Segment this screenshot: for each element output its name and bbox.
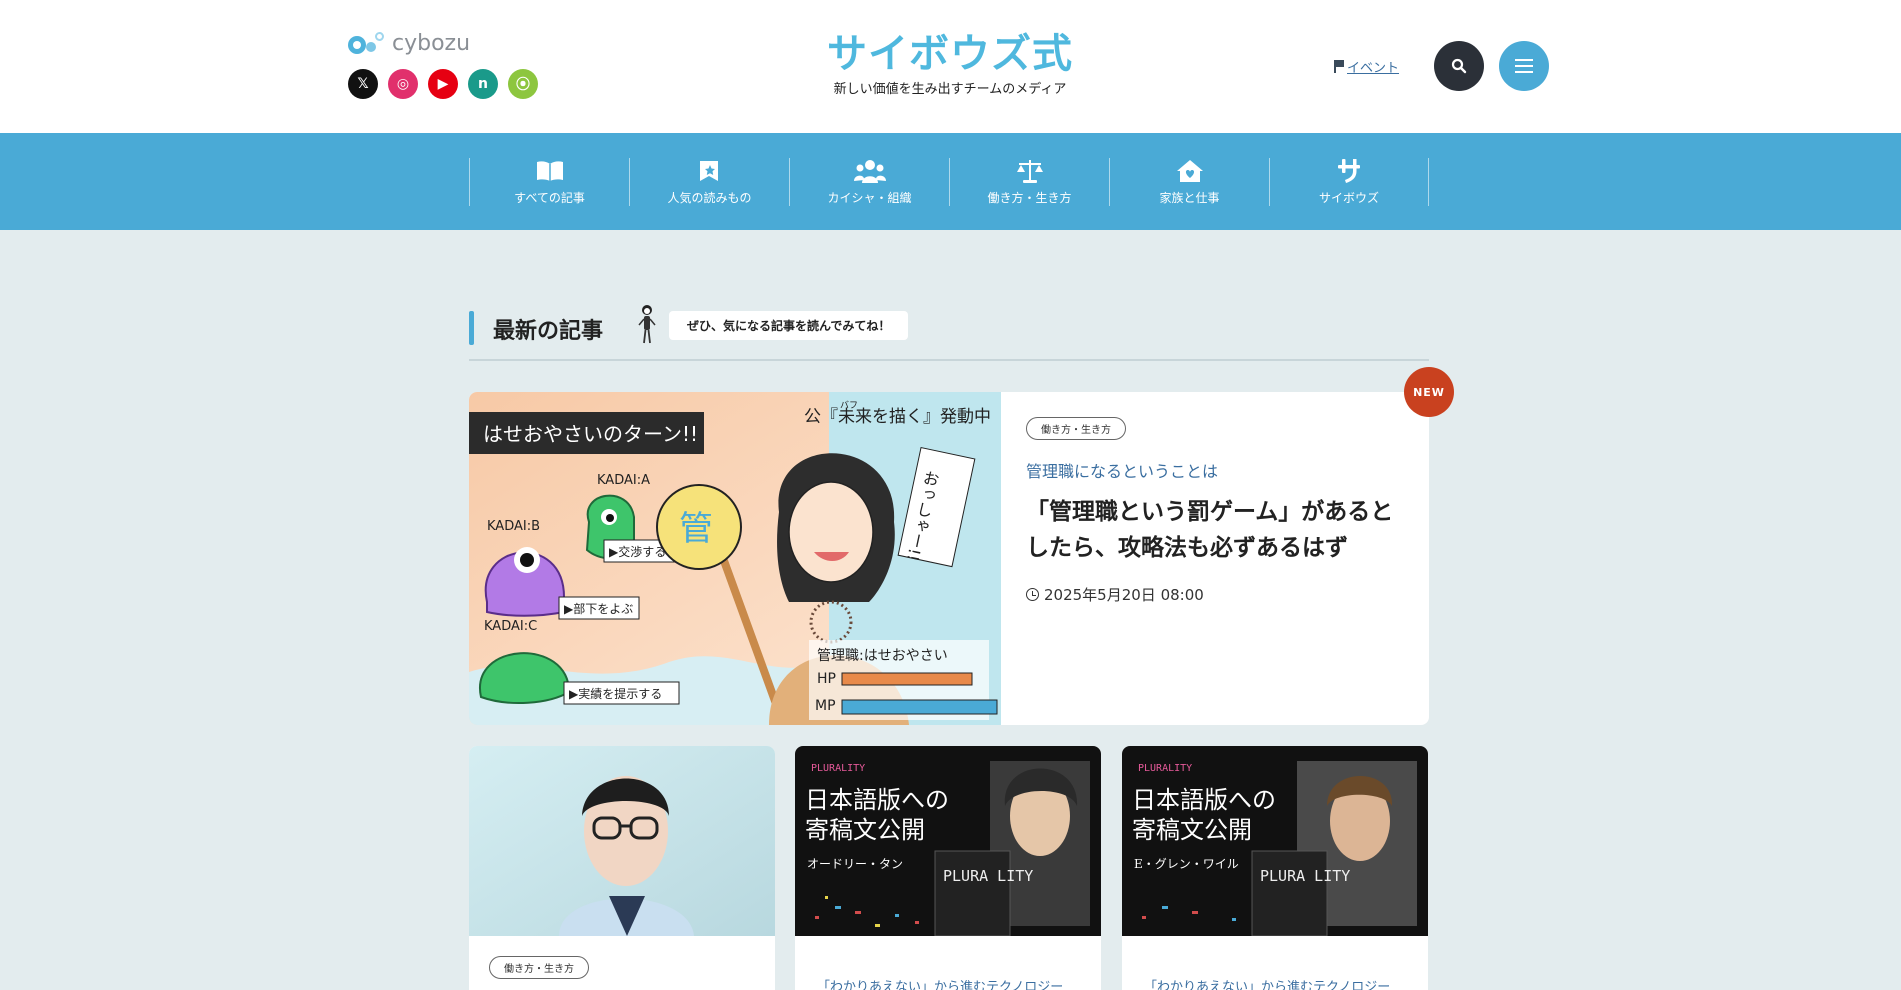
instagram-icon[interactable]: ◎ [388,69,418,99]
book-title: PLURA LITY [1260,867,1350,885]
featured-caption-text: 公『未来を描く』発動中 [804,407,991,427]
book-title: PLURA LITY [943,867,1033,885]
sign-text: 管 [679,509,713,549]
mascot-speech-bubble: ぜひ、気になる記事を読んでみてね！ [669,311,909,340]
nav-item-workstyle[interactable]: 働き方・生き方 [949,158,1109,206]
kadai-a-label: KADAI:A [597,473,650,488]
people-icon [853,160,886,183]
clock-icon [1026,588,1039,601]
rss-icon[interactable]: ⦿ [508,69,538,99]
youtube-icon[interactable]: ▶ [428,69,458,99]
featured-article[interactable]: はせおやさいのターン!! 公『未来を描く』発動中 バフ KADAI:A ▶交渉す… [469,392,1429,725]
event-link[interactable]: イベント [1334,57,1399,76]
article-date: 2025年5月20日 08:00 [1026,584,1406,605]
card-headline-line1: 日本語版への [1132,786,1276,814]
nav-item-all-articles[interactable]: すべての記事 [469,158,629,206]
bookmark-star-icon [699,161,718,181]
nav-item-cybozu[interactable]: サイボウズ [1269,158,1429,206]
cybozu-logo[interactable]: cybozu [348,28,470,58]
article-card[interactable]: 働き方・生き方 [469,746,775,990]
section-title: 最新の記事 [493,319,604,344]
search-icon [1451,58,1467,74]
category-tag[interactable]: 働き方・生き方 [1026,417,1126,440]
site-header: cybozu 𝕏 ◎ ▶ n ⦿ サイボウズ式 新しい価値を生み出すチームのメデ… [0,0,1901,133]
section-accent-bar [469,311,474,345]
nav-label: サイボウズ [1318,191,1379,205]
site-title: サイボウズ式 [827,31,1073,77]
hamburger-icon [1515,59,1533,73]
card-person-name: オードリー・タン [807,857,903,871]
article-subtitle: 「わかりあえない」から進むテクノロジー [1144,980,1391,990]
article-card-image: PLURALITY 日本語版への 寄稿文公開 E・グレン・ワイル PLURA L… [1122,746,1428,936]
cybozu-sa-icon [1338,159,1360,183]
plurality-logo: PLURALITY [1138,763,1192,774]
scale-icon [1016,160,1043,183]
featured-article-image: はせおやさいのターン!! 公『未来を描く』発動中 バフ KADAI:A ▶交渉す… [469,392,1001,725]
social-links: 𝕏 ◎ ▶ n ⦿ [348,69,538,99]
featured-banner-text: はせおやさいのターン!! [483,422,698,446]
latest-articles-header: 最新の記事 ぜひ、気になる記事を読んでみてね！ [469,303,1429,361]
article-subtitle: 「わかりあえない」から進むテクノロジー [817,980,1064,990]
featured-ruby-text: バフ [840,400,858,411]
card-headline-line1: 日本語版への [805,786,949,814]
kadai-c-label: KADAI:C [484,619,537,634]
nav-item-popular[interactable]: 人気の読みもの [629,158,789,206]
article-card[interactable]: PLURALITY 日本語版への 寄稿文公開 E・グレン・ワイル PLURA L… [1122,746,1428,990]
nav-item-company[interactable]: カイシャ・組織 [789,158,949,206]
kadai-b-label: KADAI:B [487,519,540,534]
category-nav: すべての記事 人気の読みもの カイシャ・組織 働き方・生き方 家族と仕事 サイボ… [0,133,1901,230]
mp-label: MP [815,698,836,714]
site-logo[interactable]: サイボウズ式 新しい価値を生み出すチームのメディア [820,30,1080,97]
role-text: 管理職:はせおやさい [817,648,948,664]
site-tagline: 新しい価値を生み出すチームのメディア [833,82,1067,97]
x-icon[interactable]: 𝕏 [348,69,378,99]
featured-article-body: 働き方・生き方 管理職になるということは 「管理職という罰ゲーム」があるとしたら… [1026,417,1406,605]
article-card[interactable]: PLURALITY 日本語版への 寄稿文公開 オードリー・タン PLURA LI… [795,746,1101,990]
flag-icon [1334,60,1344,73]
nav-label: 人気の読みもの [667,191,752,205]
hp-label: HP [817,671,836,687]
note-icon[interactable]: n [468,69,498,99]
nav-label: 家族と仕事 [1159,191,1220,205]
cybozu-mark-icon [348,30,386,56]
act-a-label: ▶交渉する [609,544,666,559]
new-badge: NEW [1404,367,1454,417]
article-subtitle: 管理職になるということは [1026,462,1219,481]
article-title[interactable]: 「管理職という罰ゲーム」があるとしたら、攻略法も必ずあるはず [1026,494,1406,566]
cybozu-wordmark: cybozu [392,30,471,56]
plurality-logo: PLURALITY [811,763,865,774]
card-headline-line2: 寄稿文公開 [805,816,925,844]
search-button[interactable] [1434,41,1484,91]
mascot-icon [638,305,656,344]
act-c-label: ▶実績を提示する [569,686,662,701]
card-person-name: E・グレン・ワイル [1134,857,1239,871]
category-tag[interactable]: 働き方・生き方 [489,956,589,979]
home-heart-icon [1176,160,1203,182]
nav-label: 働き方・生き方 [987,191,1072,205]
article-date-text: 2025年5月20日 08:00 [1044,586,1204,604]
menu-button[interactable] [1499,41,1549,91]
book-icon [536,161,563,181]
card-headline-line2: 寄稿文公開 [1132,816,1252,844]
article-card-image [469,746,775,936]
act-b-label: ▶部下をよぶ [564,601,633,616]
article-card-image: PLURALITY 日本語版への 寄稿文公開 オードリー・タン PLURA LI… [795,746,1101,936]
event-link-label: イベント [1347,61,1400,76]
nav-item-family[interactable]: 家族と仕事 [1109,158,1269,206]
nav-label: カイシャ・組織 [827,191,912,205]
nav-label: すべての記事 [514,191,585,205]
